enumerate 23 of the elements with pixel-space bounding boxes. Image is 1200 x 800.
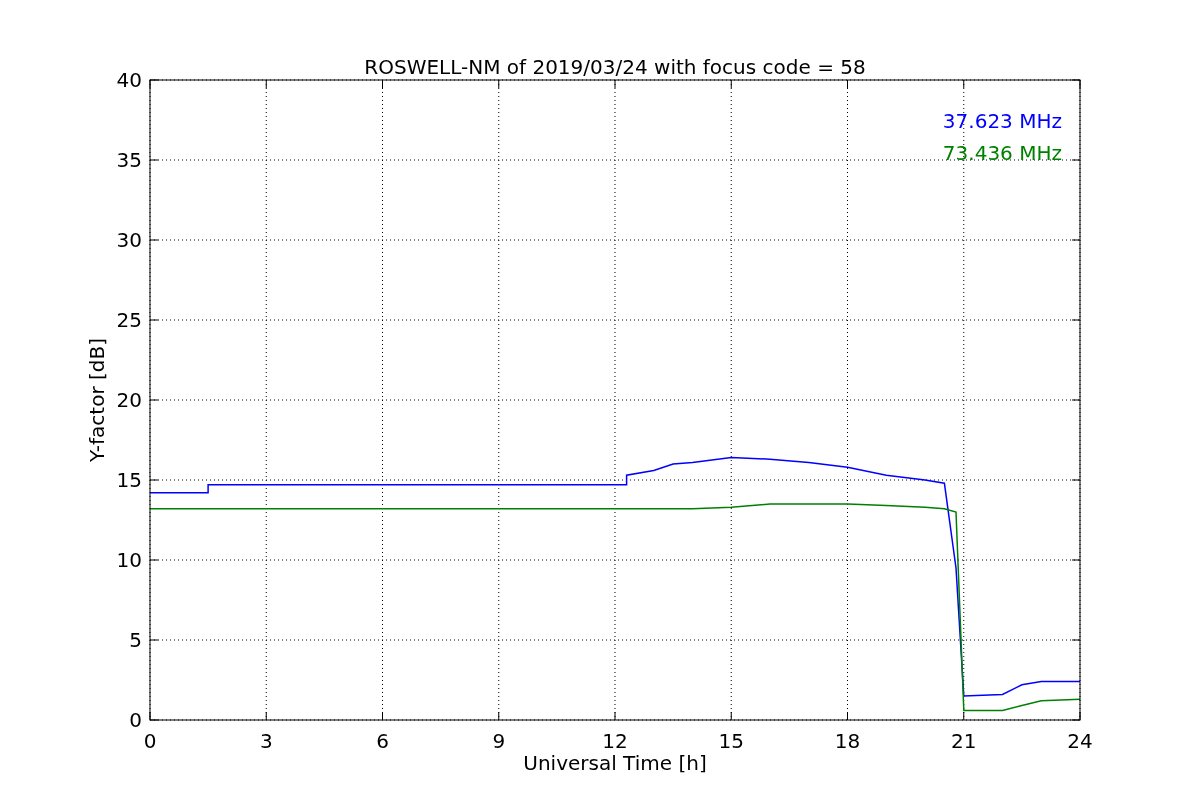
y-tick-label: 0 [129, 708, 142, 732]
x-axis-label: Universal Time [h] [523, 751, 707, 775]
x-tick-label: 6 [376, 729, 389, 753]
y-tick-label: 15 [116, 468, 142, 492]
x-tick-label: 0 [143, 729, 157, 753]
y-tick-label: 10 [116, 548, 142, 572]
x-tick-label: 18 [834, 729, 861, 753]
y-tick-label: 5 [129, 628, 142, 652]
x-tick-label: 24 [1067, 729, 1093, 753]
y-tick-label: 30 [116, 228, 142, 252]
y-tick-label: 35 [116, 148, 142, 172]
x-tick-label: 12 [602, 729, 628, 753]
x-tick-label: 15 [718, 729, 744, 753]
chart-title: ROSWELL-NM of 2019/03/24 with focus code = 58 [364, 55, 866, 79]
x-tick-label: 21 [951, 729, 977, 753]
y-tick-label: 20 [116, 388, 142, 412]
y-tick-label: 25 [116, 308, 142, 332]
x-tick-label: 3 [259, 729, 273, 753]
x-tick-label: 9 [492, 729, 506, 753]
legend-label: 37.623 MHz [942, 109, 1062, 133]
y-axis-label: Y-factor [dB] [85, 338, 109, 462]
legend-label: 73.436 MHz [942, 141, 1062, 165]
y-tick-label: 40 [116, 68, 142, 92]
